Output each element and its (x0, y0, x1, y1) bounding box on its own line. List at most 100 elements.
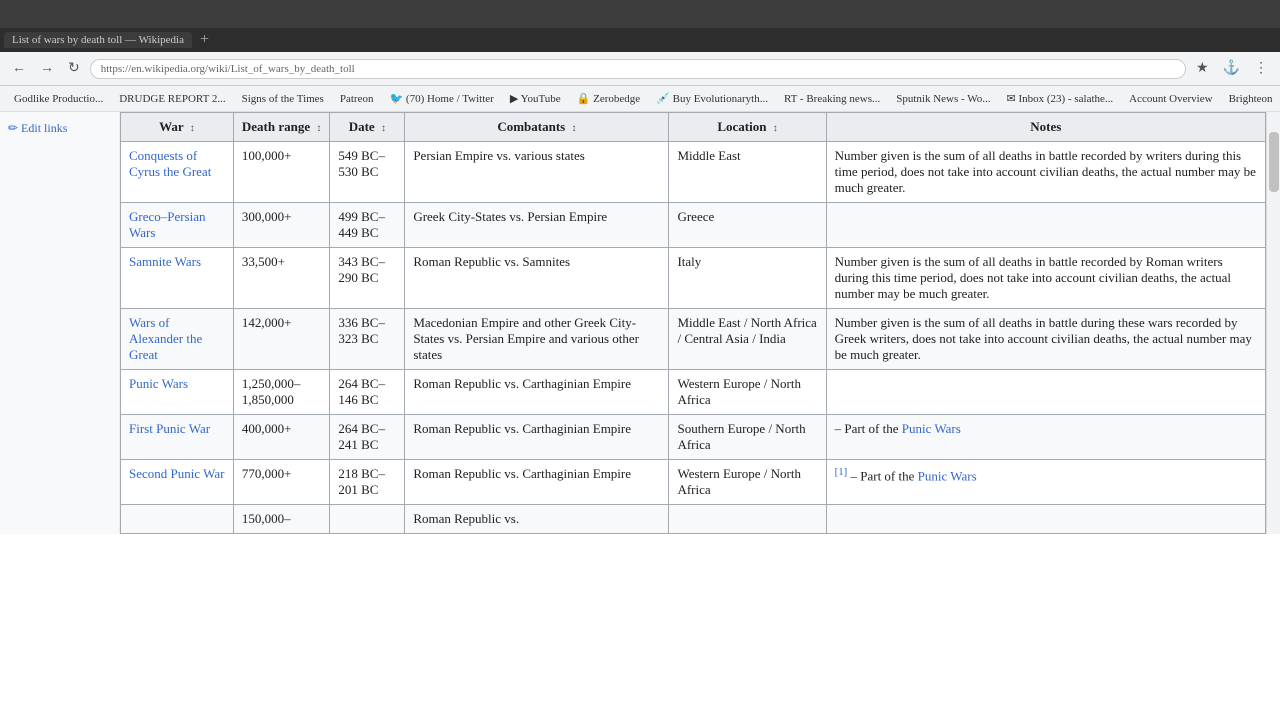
scrollbar-thumb[interactable] (1269, 132, 1279, 192)
table-row: Conquests of Cyrus the Great 100,000+549 … (121, 142, 1266, 203)
notes-punic-link[interactable]: Punic Wars (902, 421, 961, 436)
table-row: Wars of Alexander the Great142,000+336 B… (121, 309, 1266, 370)
bookmark-signs[interactable]: Signs of the Times (236, 91, 330, 107)
cell-notes: Number given is the sum of all deaths in… (826, 309, 1265, 370)
cell-notes (826, 203, 1265, 248)
active-tab[interactable]: List of wars by death toll — Wikipedia (4, 32, 192, 48)
bookmark-patreon[interactable]: Patreon (334, 91, 380, 107)
cell-date: 264 BC–146 BC (330, 370, 405, 415)
sort-range-icon: ↕ (316, 123, 321, 134)
bookmark-rt[interactable]: RT - Breaking news... (778, 91, 886, 107)
cell-range: 142,000+ (233, 309, 330, 370)
cell-war (121, 505, 234, 534)
table-row: Greco–Persian Wars 300,000+499 BC–449 BC G… (121, 203, 1266, 248)
cell-location: Italy (669, 248, 826, 309)
notes-punic-link[interactable]: Punic Wars (918, 468, 977, 483)
bookmark-brighteon[interactable]: Brighteon (1223, 91, 1279, 107)
cell-date: 499 BC–449 BC (330, 203, 405, 248)
sort-location-icon: ↕ (773, 123, 778, 134)
main-table-area[interactable]: War ↕ Death range ↕ Date ↕ Combatants ↕ … (120, 112, 1266, 534)
cell-war: First Punic War (121, 415, 234, 460)
bookmark-gmail[interactable]: ✉ Inbox (23) - salathe... (1001, 90, 1120, 107)
war-link[interactable]: Conquests of Cyrus the Great (129, 148, 211, 179)
vertical-scrollbar[interactable] (1266, 112, 1280, 534)
col-header-range[interactable]: Death range ↕ (233, 113, 330, 142)
cell-notes (826, 370, 1265, 415)
menu-button[interactable]: ⋮ (1250, 58, 1272, 79)
cell-range: 33,500+ (233, 248, 330, 309)
bookmarks-bar: Godlike Productio... DRUDGE REPORT 2... … (0, 86, 1280, 112)
war-link[interactable]: Punic Wars (129, 376, 188, 391)
sort-date-icon: ↕ (381, 123, 386, 134)
sort-combatants-icon: ↕ (571, 123, 576, 134)
cell-war: Conquests of Cyrus the Great (121, 142, 234, 203)
war-link[interactable]: Second Punic War (129, 466, 224, 481)
sort-war-icon: ↕ (190, 123, 195, 134)
cell-combatants: Roman Republic vs. Carthaginian Empire (405, 415, 669, 460)
col-header-combatants[interactable]: Combatants ↕ (405, 113, 669, 142)
cell-notes (826, 505, 1265, 534)
cell-date: 218 BC–201 BC (330, 460, 405, 505)
cell-combatants: Roman Republic vs. Samnites (405, 248, 669, 309)
cell-location: Southern Europe / North Africa (669, 415, 826, 460)
table-row: 150,000– Roman Republic vs. (121, 505, 1266, 534)
cell-combatants: Roman Republic vs. Carthaginian Empire (405, 460, 669, 505)
cell-war: Second Punic War (121, 460, 234, 505)
bookmark-godlike[interactable]: Godlike Productio... (8, 91, 109, 107)
reload-button[interactable]: ↻ (64, 58, 84, 79)
extensions-button[interactable]: ⚓ (1219, 58, 1244, 79)
notes-ref-link[interactable]: [1] (835, 466, 848, 478)
cell-range: 300,000+ (233, 203, 330, 248)
bookmark-zerobedge[interactable]: 🔒 Zerobedge (571, 90, 646, 107)
back-button[interactable]: ← (8, 59, 30, 79)
wars-table: War ↕ Death range ↕ Date ↕ Combatants ↕ … (120, 112, 1266, 534)
col-header-date[interactable]: Date ↕ (330, 113, 405, 142)
bookmark-buyevolution[interactable]: 💉 Buy Evolutionaryth... (650, 90, 774, 107)
cell-notes: Number given is the sum of all deaths in… (826, 142, 1265, 203)
cell-combatants: Roman Republic vs. (405, 505, 669, 534)
col-header-location[interactable]: Location ↕ (669, 113, 826, 142)
cell-location: Western Europe / North Africa (669, 460, 826, 505)
cell-war: Punic Wars (121, 370, 234, 415)
war-link[interactable]: First Punic War (129, 421, 210, 436)
cell-combatants: Roman Republic vs. Carthaginian Empire (405, 370, 669, 415)
bookmark-account[interactable]: Account Overview (1123, 91, 1218, 107)
edit-links-button[interactable]: ✏ Edit links (8, 121, 67, 135)
cell-location (669, 505, 826, 534)
cell-war: Samnite Wars (121, 248, 234, 309)
cell-date: 343 BC–290 BC (330, 248, 405, 309)
address-bar[interactable]: https://en.wikipedia.org/wiki/List_of_wa… (90, 59, 1186, 79)
cell-location: Middle East / North Africa / Central Asi… (669, 309, 826, 370)
col-header-war[interactable]: War ↕ (121, 113, 234, 142)
cell-range: 150,000– (233, 505, 330, 534)
table-row: Second Punic War 770,000+218 BC–201 BCRom… (121, 460, 1266, 505)
cell-combatants: Macedonian Empire and other Greek City-S… (405, 309, 669, 370)
war-link[interactable]: Wars of Alexander the Great (129, 315, 202, 362)
bookmark-button[interactable]: ★ (1192, 58, 1213, 79)
bookmark-youtube[interactable]: ▶ YouTube (504, 90, 567, 107)
cell-range: 400,000+ (233, 415, 330, 460)
cell-location: Greece (669, 203, 826, 248)
war-link[interactable]: Samnite Wars (129, 254, 201, 269)
cell-range: 1,250,000– 1,850,000 (233, 370, 330, 415)
cell-war: Greco–Persian Wars (121, 203, 234, 248)
url-text: https://en.wikipedia.org/wiki/List_of_wa… (101, 63, 355, 75)
bookmark-sputnik[interactable]: Sputnik News - Wo... (890, 91, 996, 107)
cell-range: 770,000+ (233, 460, 330, 505)
table-row: Punic Wars 1,250,000– 1,850,000264 BC–146… (121, 370, 1266, 415)
notes-ref: [1] (835, 466, 848, 478)
cell-notes: Number given is the sum of all deaths in… (826, 248, 1265, 309)
browser-tabs: List of wars by death toll — Wikipedia + (0, 28, 1280, 52)
war-link[interactable]: Greco–Persian Wars (129, 209, 206, 240)
cell-combatants: Persian Empire vs. various states (405, 142, 669, 203)
bookmark-twitter[interactable]: 🐦 (70) Home / Twitter (383, 90, 499, 107)
new-tab-button[interactable]: + (200, 31, 209, 49)
col-header-notes: Notes (826, 113, 1265, 142)
browser-toolbar: ← → ↻ https://en.wikipedia.org/wiki/List… (0, 52, 1280, 86)
bookmark-drudge[interactable]: DRUDGE REPORT 2... (113, 91, 231, 107)
cell-date: 549 BC–530 BC (330, 142, 405, 203)
cell-date: 264 BC–241 BC (330, 415, 405, 460)
page-content: ✏ Edit links War ↕ Death range ↕ Date ↕ … (0, 112, 1280, 534)
forward-button[interactable]: → (36, 59, 58, 79)
cell-range: 100,000+ (233, 142, 330, 203)
